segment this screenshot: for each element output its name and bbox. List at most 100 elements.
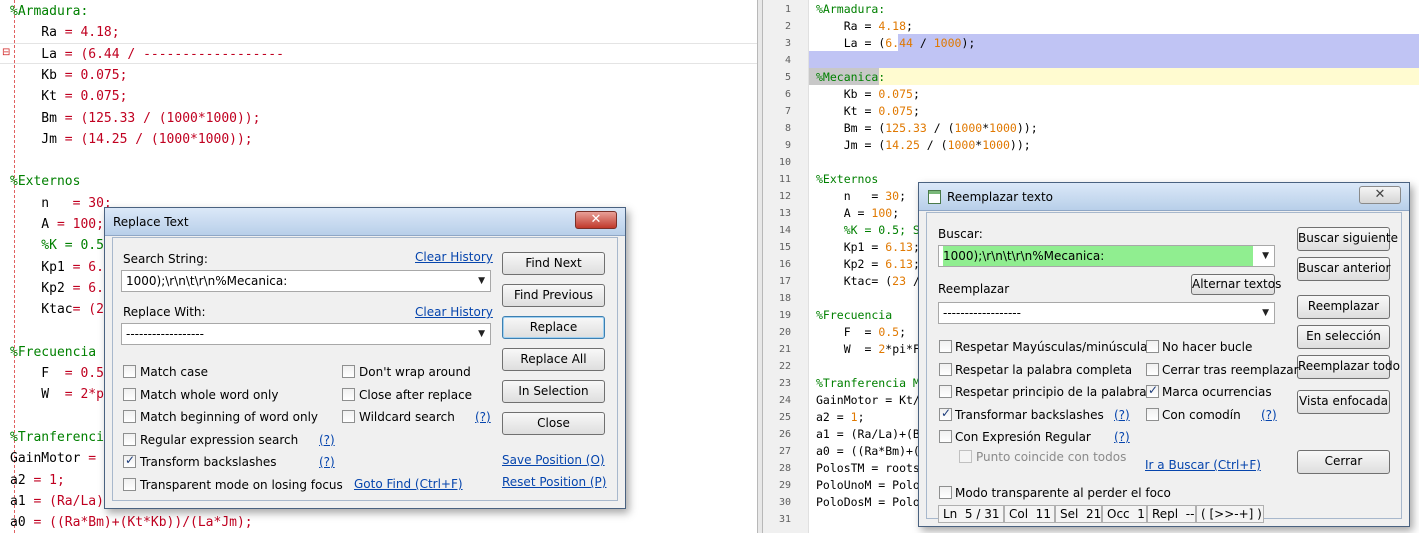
- buscar-siguiente-button[interactable]: Buscar siguiente: [1297, 227, 1398, 251]
- option-checkbox[interactable]: [1146, 362, 1159, 376]
- code-line[interactable]: La = (6.44 / 1000);: [816, 35, 976, 52]
- chevron-down-icon[interactable]: ▼: [478, 324, 485, 344]
- close-icon[interactable]: ✕: [575, 211, 617, 229]
- code-line[interactable]: Kt = 0.075;: [10, 86, 127, 107]
- code-line[interactable]: F = 0.5;: [816, 324, 906, 341]
- find-previous-button[interactable]: Find Previous: [502, 284, 605, 307]
- buscar-anterior-button[interactable]: Buscar anterior: [1297, 257, 1390, 281]
- code-line[interactable]: %K = 0.5; S: [816, 222, 920, 239]
- buscar-input[interactable]: 1000);\r\n\t\r\n%Mecanica: ▼: [938, 245, 1275, 267]
- code-line[interactable]: Ktac= (23 /: [816, 273, 920, 290]
- code-line[interactable]: a2 = 1;: [10, 470, 65, 491]
- code-line[interactable]: Kt = 0.075;: [816, 103, 920, 120]
- cerrar-button[interactable]: Cerrar: [1297, 450, 1390, 474]
- chevron-down-icon[interactable]: ▼: [1262, 246, 1269, 266]
- goto-find-link[interactable]: Goto Find (Ctrl+F): [354, 477, 463, 491]
- option-checkbox[interactable]: [342, 387, 355, 401]
- chevron-down-icon[interactable]: ▼: [1262, 303, 1269, 323]
- option-checkbox[interactable]: [939, 385, 952, 398]
- code-line[interactable]: %Armadura:: [10, 1, 88, 22]
- code-line[interactable]: GainMotor = Kt/: [816, 392, 920, 409]
- help-link[interactable]: (?): [1261, 408, 1277, 422]
- option-checkbox[interactable]: [1146, 340, 1159, 353]
- code-line[interactable]: PoloDosM = Polo: [816, 494, 920, 511]
- option-checkbox[interactable]: [123, 477, 136, 491]
- close-icon[interactable]: ✕: [1359, 186, 1401, 204]
- en-seleccion-button[interactable]: En selección: [1297, 325, 1390, 349]
- option-checkbox[interactable]: [342, 365, 355, 378]
- code-line[interactable]: Ra = 4.18;: [10, 22, 119, 43]
- code-line[interactable]: %Tranferencia M: [816, 375, 920, 392]
- code-line[interactable]: W = 2*p: [10, 384, 104, 405]
- reset-position-link[interactable]: Reset Position (P): [502, 475, 606, 489]
- code-line[interactable]: Kb = 0.075;: [10, 65, 127, 86]
- code-line[interactable]: n = 30;: [816, 188, 906, 205]
- code-line[interactable]: %Externos: [816, 171, 878, 188]
- code-line[interactable]: Kp2 = 6.13;: [816, 256, 920, 273]
- code-line[interactable]: n = 30;: [10, 193, 111, 214]
- code-line[interactable]: %Externos: [10, 171, 80, 192]
- close-button[interactable]: Close: [502, 412, 605, 435]
- help-link[interactable]: (?): [319, 433, 335, 447]
- code-line[interactable]: Kb = 0.075;: [816, 86, 920, 103]
- code-line[interactable]: a1 = (Ra/La): [10, 491, 104, 512]
- reemplazar-input[interactable]: ------------------ ▼: [938, 302, 1275, 324]
- code-line[interactable]: Ra = 4.18;: [816, 18, 913, 35]
- save-position-link[interactable]: Save Position (O): [502, 453, 605, 467]
- option-checkbox[interactable]: [939, 340, 952, 353]
- option-checkbox[interactable]: [123, 365, 136, 378]
- code-line[interactable]: GainMotor =: [10, 448, 96, 469]
- code-line[interactable]: Jm = (14.25 / (1000*1000));: [10, 129, 252, 150]
- help-link[interactable]: (?): [319, 455, 335, 469]
- replace-all-button[interactable]: Replace All: [502, 348, 605, 371]
- code-line[interactable]: %Armadura:: [816, 1, 885, 18]
- option-checkbox[interactable]: [123, 387, 136, 401]
- code-line[interactable]: %Frecuencia: [10, 342, 96, 363]
- ir-a-buscar-link[interactable]: Ir a Buscar (Ctrl+F): [1145, 458, 1261, 472]
- code-line[interactable]: Kp2 = 6.: [10, 278, 104, 299]
- reemplazar-button[interactable]: Reemplazar: [1297, 295, 1390, 319]
- code-line[interactable]: %Tranferenci: [10, 427, 104, 448]
- option-checkbox[interactable]: [123, 410, 136, 423]
- option-checkbox[interactable]: [939, 362, 952, 376]
- help-link[interactable]: (?): [1114, 408, 1130, 422]
- replace-with-input[interactable]: ------------------ ▼: [121, 323, 491, 345]
- alternar-textos-button[interactable]: Alternar textos: [1191, 274, 1281, 295]
- clear-history-replace-link[interactable]: Clear History: [415, 305, 493, 319]
- option-checkbox[interactable]: [342, 410, 355, 423]
- search-string-input[interactable]: 1000);\r\n\t\r\n%Mecanica: ▼: [121, 270, 491, 292]
- reemplazar-todo-button[interactable]: Reemplazar todo: [1297, 355, 1400, 379]
- code-line[interactable]: %K = 0.5: [10, 235, 104, 256]
- code-line[interactable]: W = 2*pi*F: [816, 341, 920, 358]
- code-line[interactable]: La = (6.44 / ------------------: [10, 44, 284, 65]
- help-link[interactable]: (?): [475, 410, 491, 424]
- code-line[interactable]: Bm = (125.33 / (1000*1000));: [816, 120, 1038, 137]
- option-checkbox[interactable]: [123, 432, 136, 446]
- code-line[interactable]: %Mecanica:: [816, 69, 885, 86]
- code-line[interactable]: PolosTM = roots: [816, 460, 920, 477]
- code-line[interactable]: PoloUnoM = Polo: [816, 477, 920, 494]
- chevron-down-icon[interactable]: ▼: [478, 271, 485, 291]
- code-line[interactable]: Ktac= (2: [10, 299, 104, 320]
- code-line[interactable]: a1 = (Ra/La)+(B: [816, 426, 920, 443]
- help-link[interactable]: (?): [1114, 430, 1130, 444]
- transparente-checkbox[interactable]: [939, 486, 952, 499]
- find-next-button[interactable]: Find Next: [502, 252, 605, 275]
- replace-button[interactable]: Replace: [502, 316, 605, 339]
- option-checkbox[interactable]: [939, 406, 952, 421]
- code-line[interactable]: a0 = ((Ra*Bm)+(Kt*Kb))/(La*Jm);: [10, 512, 253, 533]
- in-selection-button[interactable]: In Selection: [502, 380, 605, 403]
- clear-history-search-link[interactable]: Clear History: [415, 250, 493, 264]
- code-line[interactable]: %Frecuencia: [816, 307, 892, 324]
- code-line[interactable]: Kp1 = 6.13;: [816, 239, 920, 256]
- option-checkbox[interactable]: [1146, 407, 1159, 421]
- vista-enfocada-button[interactable]: Vista enfocada: [1297, 390, 1390, 414]
- code-line[interactable]: a0 = ((Ra*Bm)+(: [816, 443, 920, 460]
- option-checkbox[interactable]: [123, 453, 136, 468]
- code-line[interactable]: Kp1 = 6.: [10, 257, 104, 278]
- code-line[interactable]: Jm = (14.25 / (1000*1000));: [816, 137, 1031, 154]
- option-checkbox[interactable]: [939, 430, 952, 443]
- code-line[interactable]: Bm = (125.33 / (1000*1000));: [10, 108, 260, 129]
- option-checkbox[interactable]: [1146, 383, 1159, 398]
- code-line[interactable]: A = 100;: [816, 205, 899, 222]
